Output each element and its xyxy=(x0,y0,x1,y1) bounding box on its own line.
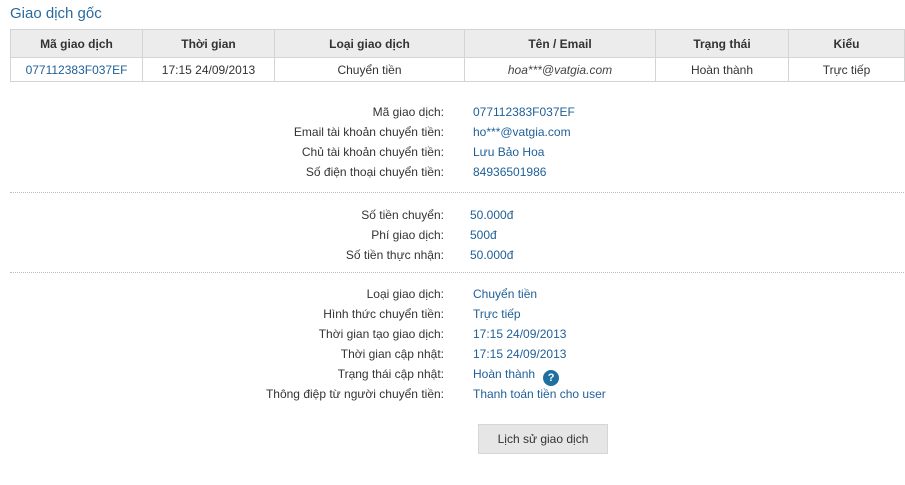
detail-row-type: Loại giao dịch: Chuyển tiền xyxy=(0,284,905,304)
section-divider xyxy=(10,192,904,193)
detail-label: Số tiền thực nhận: xyxy=(345,248,444,262)
detail-label: Thông điệp từ người chuyển tiền: xyxy=(265,387,444,401)
table-header-row: Mã giao dịch Thời gian Loại giao dịch Tê… xyxy=(10,29,905,58)
detail-row-method: Hình thức chuyển tiền: Trực tiếp xyxy=(0,304,905,324)
detail-value-type: Chuyển tiền xyxy=(473,287,538,301)
cell-transaction-code-link[interactable]: 077112383F037EF xyxy=(10,57,143,82)
detail-label: Số tiền chuyển: xyxy=(361,208,444,222)
detail-value-email: ho***@vatgia.com xyxy=(473,125,571,139)
detail-label: Hình thức chuyển tiền: xyxy=(323,307,444,321)
cell-email: hoa***@vatgia.com xyxy=(464,57,656,82)
detail-value-received-amount: 50.000đ xyxy=(470,248,514,262)
detail-row-fee: Phí giao dịch: 500đ xyxy=(0,225,905,245)
status-value-text: Hoàn thành xyxy=(473,367,536,381)
detail-value-message: Thanh toán tiền cho user xyxy=(473,387,606,401)
detail-row-sent-amount: Số tiền chuyển: 50.000đ xyxy=(0,205,905,225)
col-header-name-email: Tên / Email xyxy=(464,29,656,58)
detail-label: Email tài khoản chuyển tiền: xyxy=(293,125,444,139)
detail-row-updated: Thời gian cập nhật: 17:15 24/09/2013 xyxy=(0,344,905,364)
detail-row-message: Thông điệp từ người chuyển tiền: Thanh t… xyxy=(0,384,905,404)
col-header-code: Mã giao dịch xyxy=(10,29,143,58)
detail-value-code: 077112383F037EF xyxy=(473,105,575,119)
col-header-time: Thời gian xyxy=(142,29,275,58)
cell-kind: Trực tiếp xyxy=(788,57,905,82)
col-header-kind: Kiểu xyxy=(788,29,905,58)
detail-label: Số điện thoại chuyển tiền: xyxy=(305,165,444,179)
detail-label: Mã giao dịch: xyxy=(372,105,444,119)
detail-row-email: Email tài khoản chuyển tiền: ho***@vatgi… xyxy=(0,122,905,142)
detail-row-status: Trạng thái cập nhật: Hoàn thành? xyxy=(0,364,905,386)
detail-row-phone: Số điện thoại chuyển tiền: 84936501986 xyxy=(0,162,905,182)
detail-value-updated: 17:15 24/09/2013 xyxy=(473,347,567,361)
detail-value-fee: 500đ xyxy=(470,228,497,242)
detail-row-owner: Chủ tài khoản chuyển tiền: Lưu Bảo Hoa xyxy=(0,142,905,162)
section-title: Giao dịch gốc xyxy=(10,5,102,22)
detail-value-sent-amount: 50.000đ xyxy=(470,208,514,222)
detail-row-created: Thời gian tạo giao dịch: 17:15 24/09/201… xyxy=(0,324,905,344)
transaction-history-button[interactable]: Lịch sử giao dịch xyxy=(478,424,608,454)
detail-value-owner: Lưu Bảo Hoa xyxy=(473,145,545,159)
detail-label: Loại giao dịch: xyxy=(366,287,444,301)
detail-value-phone: 84936501986 xyxy=(473,165,547,179)
detail-label: Chủ tài khoản chuyển tiền: xyxy=(301,145,444,159)
detail-row-code: Mã giao dịch: 077112383F037EF xyxy=(0,102,905,122)
section-divider xyxy=(10,272,904,273)
cell-type: Chuyển tiền xyxy=(274,57,465,82)
detail-value-method: Trực tiếp xyxy=(473,307,521,321)
col-header-status: Trạng thái xyxy=(655,29,789,58)
transaction-table: Mã giao dịch Thời gian Loại giao dịch Tê… xyxy=(10,29,905,82)
detail-value-created: 17:15 24/09/2013 xyxy=(473,327,567,341)
detail-label: Trạng thái cập nhật: xyxy=(337,367,444,381)
detail-label: Phí giao dịch: xyxy=(371,228,444,242)
cell-status: Hoàn thành xyxy=(655,57,789,82)
detail-label: Thời gian tạo giao dịch: xyxy=(318,327,444,341)
detail-row-received-amount: Số tiền thực nhận: 50.000đ xyxy=(0,245,905,265)
detail-label: Thời gian cập nhật: xyxy=(340,347,444,361)
cell-time: 17:15 24/09/2013 xyxy=(142,57,275,82)
col-header-type: Loại giao dịch xyxy=(274,29,465,58)
table-row: 077112383F037EF 17:15 24/09/2013 Chuyển … xyxy=(10,57,905,82)
